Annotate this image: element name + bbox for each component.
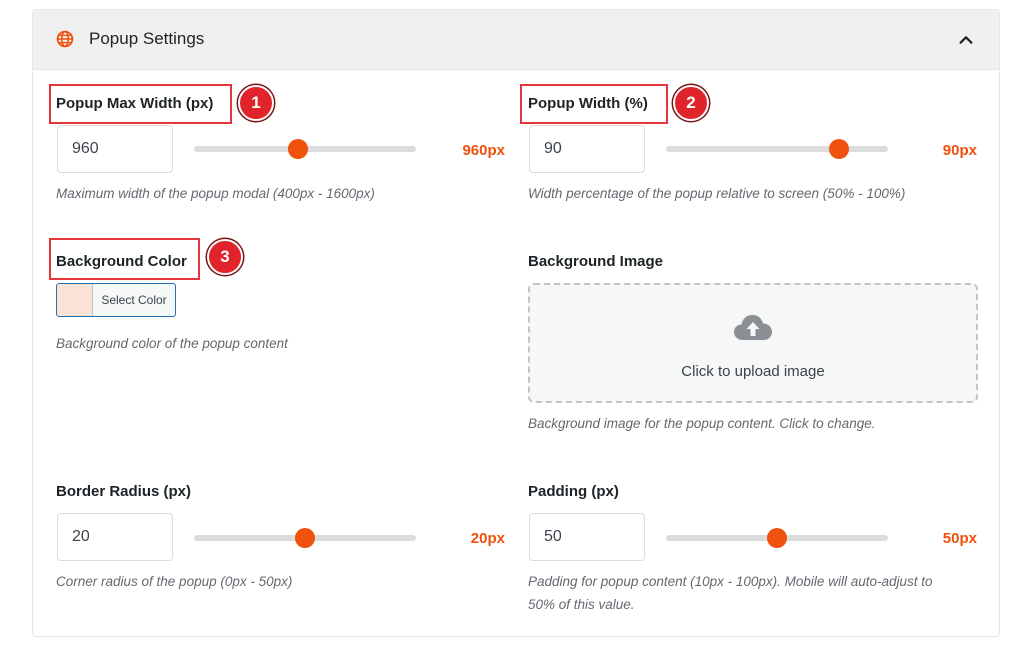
max-width-value: 960px xyxy=(462,142,505,159)
bg-image-help: Background image for the popup content. … xyxy=(528,416,876,431)
width-pct-value: 90px xyxy=(942,142,977,159)
width-pct-label: Popup Width (%) xyxy=(528,95,648,112)
border-radius-input[interactable]: 20 xyxy=(57,513,173,561)
padding-slider[interactable] xyxy=(666,528,888,548)
border-radius-slider[interactable] xyxy=(194,528,416,548)
bg-image-label: Background Image xyxy=(528,253,664,270)
max-width-label: Popup Max Width (px) xyxy=(56,95,214,112)
select-color-button[interactable]: Select Color xyxy=(56,283,176,317)
badge-2: 2 xyxy=(673,85,709,121)
width-pct-help: Width percentage of the popup relative t… xyxy=(528,186,906,201)
padding-input[interactable]: 50 xyxy=(529,513,645,561)
max-width-help: Maximum width of the popup modal (400px … xyxy=(56,186,375,201)
upload-label: Click to upload image xyxy=(681,363,825,380)
max-width-input[interactable]: 960 xyxy=(57,125,173,173)
bg-color-help: Background color of the popup content xyxy=(56,336,288,351)
select-color-label: Select Color xyxy=(101,293,167,307)
panel-header[interactable]: Popup Settings xyxy=(33,10,999,70)
padding-help: Padding for popup content (10px - 100px)… xyxy=(528,570,988,616)
border-radius-help: Corner radius of the popup (0px - 50px) xyxy=(56,574,293,589)
border-radius-label: Border Radius (px) xyxy=(56,483,192,500)
bg-color-label: Background Color xyxy=(56,253,187,270)
badge-1: 1 xyxy=(238,85,274,121)
padding-label: Padding (px) xyxy=(528,483,619,500)
width-pct-slider[interactable] xyxy=(666,139,888,159)
max-width-slider[interactable] xyxy=(194,139,416,159)
chevron-up-icon[interactable] xyxy=(957,31,975,49)
padding-help-line1: Padding for popup content (10px - 100px)… xyxy=(528,574,933,589)
border-radius-slider-thumb[interactable] xyxy=(295,528,315,548)
color-swatch xyxy=(57,284,93,316)
panel-title: Popup Settings xyxy=(89,29,205,48)
badge-3: 3 xyxy=(207,239,243,275)
padding-slider-thumb[interactable] xyxy=(767,528,787,548)
width-pct-input[interactable]: 90 xyxy=(529,125,645,173)
padding-help-line2: 50% of this value. xyxy=(528,597,635,612)
image-upload-area[interactable]: Click to upload image xyxy=(528,283,978,403)
border-radius-value: 20px xyxy=(470,530,505,547)
padding-value: 50px xyxy=(942,530,977,547)
cloud-upload-icon xyxy=(734,315,772,340)
globe-icon xyxy=(56,30,74,48)
